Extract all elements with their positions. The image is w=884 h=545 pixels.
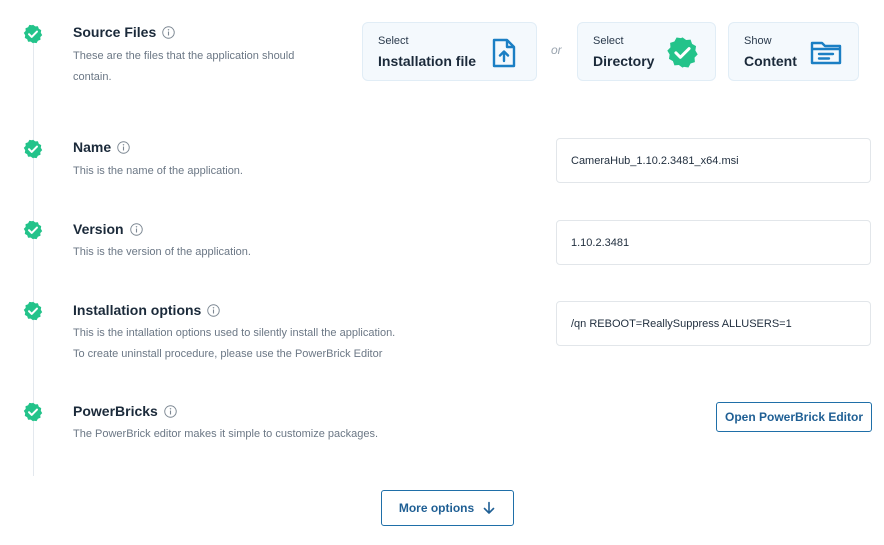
version-field[interactable]: 1.10.2.3481 <box>556 220 871 265</box>
name-title: Name <box>73 139 112 155</box>
version-title: Version <box>73 221 124 237</box>
name-heading: Name <box>73 139 130 155</box>
card-caption: Select <box>593 35 624 47</box>
select-installation-file-button[interactable]: Select Installation file <box>362 22 537 81</box>
installation-options-desc-line: This is the intallation options used to … <box>73 327 396 339</box>
arrow-down-icon <box>483 501 495 514</box>
installation-options-description: This is the intallation options used to … <box>73 323 395 365</box>
open-powerbrick-editor-label: Open PowerBrick Editor <box>724 410 864 424</box>
open-powerbrick-editor-button[interactable]: Open PowerBrick Editor <box>716 402 872 432</box>
powerbricks-title: PowerBricks <box>73 403 158 419</box>
card-caption: Show <box>744 35 772 47</box>
version-description: This is the version of the application. <box>73 246 251 258</box>
name-description: This is the name of the application. <box>73 165 243 177</box>
more-options-label: More options <box>398 501 475 515</box>
card-caption: Select <box>378 35 409 47</box>
step-complete-check-icon <box>23 220 43 240</box>
source-files-desc-line: These are the files that the application… <box>73 50 295 62</box>
file-upload-icon <box>492 38 516 68</box>
name-field[interactable]: CameraHub_1.10.2.3481_x64.msi <box>556 138 871 183</box>
version-heading: Version <box>73 221 143 237</box>
info-icon[interactable] <box>207 303 221 317</box>
source-files-desc-line: contain. <box>73 71 112 83</box>
info-icon[interactable] <box>129 222 143 236</box>
info-icon[interactable] <box>117 140 130 154</box>
powerbricks-description: The PowerBrick editor makes it simple to… <box>73 428 379 440</box>
source-files-title: Source Files <box>73 24 157 40</box>
show-content-button[interactable]: Show Content <box>728 22 859 81</box>
card-label: Directory <box>593 53 655 69</box>
installation-options-desc-line: To create uninstall procedure, please us… <box>73 348 383 360</box>
source-files-heading: Source Files <box>73 24 175 40</box>
or-separator: or <box>551 43 562 57</box>
installation-options-heading: Installation options <box>73 302 221 318</box>
card-label: Content <box>744 53 797 69</box>
folder-icon <box>810 41 842 65</box>
source-files-description: These are the files that the application… <box>73 46 294 88</box>
select-directory-button[interactable]: Select Directory <box>577 22 716 81</box>
verified-check-badge-icon <box>667 37 698 68</box>
step-complete-check-icon <box>23 24 43 44</box>
step-complete-check-icon <box>23 402 43 422</box>
installation-options-field[interactable]: /qn REBOOT=ReallySuppress ALLUSERS=1 <box>556 301 871 346</box>
info-icon[interactable] <box>164 404 177 418</box>
more-options-button[interactable]: More options <box>381 490 514 526</box>
powerbricks-heading: PowerBricks <box>73 403 177 419</box>
info-icon[interactable] <box>162 25 175 39</box>
installation-options-title: Installation options <box>73 302 202 318</box>
step-complete-check-icon <box>23 301 43 321</box>
card-label: Installation file <box>378 53 477 69</box>
step-complete-check-icon <box>23 139 43 159</box>
